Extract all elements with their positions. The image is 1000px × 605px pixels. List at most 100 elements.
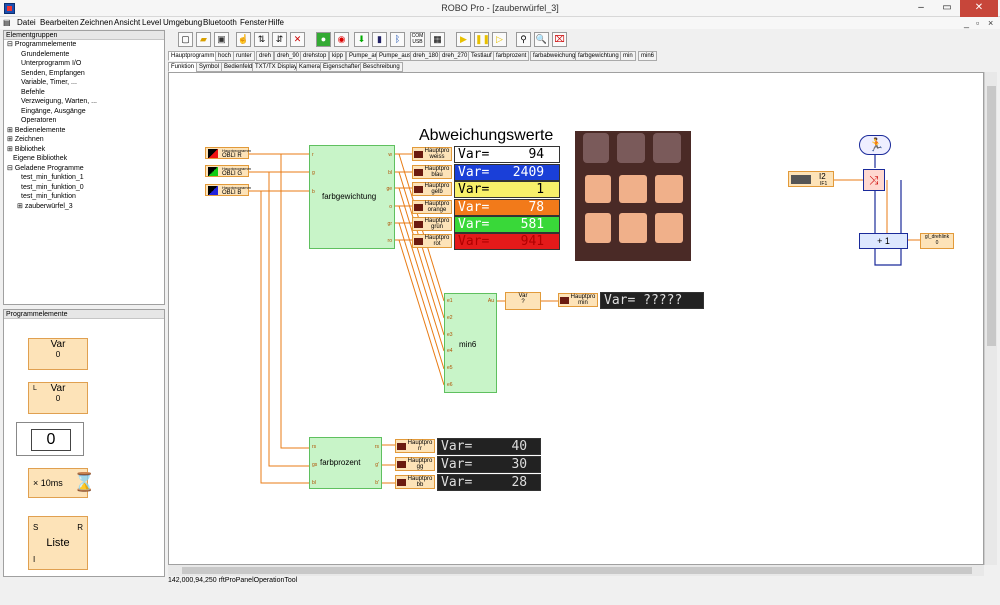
zoom-out-icon[interactable]: 🔍 [534, 32, 549, 47]
branch-block[interactable]: ⤨ [863, 169, 885, 191]
tab-farbgewichtung[interactable]: farbgewichtung [575, 51, 622, 61]
input-i2-block[interactable]: I2 IF1 [788, 171, 834, 187]
gl-drehlink-block[interactable]: gl_drehlink 0 [920, 233, 954, 249]
tab-farbabweichung[interactable]: farbabweichung [530, 51, 579, 61]
tree-item[interactable]: test_min_funktion_1 [7, 173, 164, 183]
tree-item[interactable]: Senden, Empfangen [7, 69, 164, 79]
menu-zeichnen[interactable]: Zeichnen [80, 18, 113, 27]
tree-item[interactable]: Verzweigung, Warten, ... [7, 97, 164, 107]
mdi-restore-button[interactable]: ▫ [976, 18, 979, 28]
program-canvas[interactable]: Abweichungswerte Hauptprogramm OBLI R Ha… [168, 72, 984, 565]
terminal-icon[interactable]: ▮ [372, 32, 387, 47]
stop-icon[interactable]: ◉ [334, 32, 349, 47]
wait-element[interactable]: × 10ms ⌛ [28, 468, 95, 498]
farbgewichtung-block[interactable]: farbgewichtung r g b w bl ge o gr ro [309, 145, 395, 249]
tab-beschreibung[interactable]: Beschreibung [360, 62, 403, 72]
calendar-icon[interactable]: ▦ [430, 32, 445, 47]
menu-ansicht[interactable]: Ansicht [114, 18, 140, 27]
min-display-block[interactable]: Hauptpro min [558, 293, 598, 307]
tab-symbol[interactable]: Symbol [196, 62, 223, 72]
sensor-obli-b[interactable]: Hauptprogramm OBLI B [205, 184, 251, 196]
tree-item[interactable]: test_min_funktion [7, 192, 164, 202]
tree-item-programmelemente[interactable]: ⊟ Programmelemente [7, 40, 164, 50]
list-element[interactable]: S R Liste I [28, 516, 88, 570]
display-block-3[interactable]: Hauptpro orange [412, 200, 452, 214]
var-element[interactable]: Var 0 [28, 338, 88, 370]
min6-block[interactable]: min6 e1 e2 e3 e4 e5 e6 Au [444, 293, 497, 393]
tree-item[interactable]: Unterprogramm I/O [7, 59, 164, 69]
step-icon[interactable]: ▷ [492, 32, 507, 47]
pause-icon[interactable]: ❚❚ [474, 32, 490, 47]
com-usb-icon[interactable]: COM USB [410, 32, 425, 47]
tab-kipp[interactable]: kipp [329, 51, 347, 61]
pct-display-block-2[interactable]: Hauptpro bb [395, 475, 435, 489]
toggle-icon[interactable]: ⇵ [272, 32, 287, 47]
vertical-scrollbar[interactable] [984, 72, 997, 565]
download-icon[interactable]: ⬇ [354, 32, 369, 47]
menu-level[interactable]: Level [142, 18, 161, 27]
mdi-minimize-button[interactable]: _ [964, 18, 969, 28]
split-icon[interactable]: ⇅ [254, 32, 269, 47]
var-question-block[interactable]: Var ? [505, 292, 541, 310]
tab-hauptprogramm[interactable]: Hauptprogramm [168, 51, 218, 61]
pct-display-block-1[interactable]: Hauptpro gg [395, 457, 435, 471]
start-icon[interactable]: ● [316, 32, 331, 47]
tree-item-zeichnen[interactable]: ⊞ Zeichnen [7, 135, 164, 145]
tab-farbprozent[interactable]: farbprozent [493, 51, 530, 61]
menu-datei[interactable]: Datei [17, 18, 36, 27]
tree-item-bibliothek[interactable]: ⊞ Bibliothek [7, 145, 164, 155]
tree-item-eigene-bibliothek[interactable]: Eigene Bibliothek [7, 154, 164, 164]
tab-eigenschaften[interactable]: Eigenschaften [320, 62, 365, 72]
tree-item[interactable]: Befehle [7, 88, 164, 98]
tab-min[interactable]: min [620, 51, 636, 61]
tree-item-geladene-programme[interactable]: ⊟ Geladene Programme [7, 164, 164, 174]
menu-umgebung[interactable]: Umgebung [163, 18, 202, 27]
display-block-2[interactable]: Hauptpro gelb [412, 182, 452, 196]
menu-bluetooth[interactable]: Bluetooth [203, 18, 237, 27]
farbprozent-block[interactable]: farbprozent rs gs bl rs g' b' [309, 437, 382, 489]
doc-icon[interactable]: ▤ [3, 18, 11, 27]
play-icon[interactable]: ▶ [456, 32, 471, 47]
sensor-obli-g[interactable]: Hauptprogramm OBLI G [205, 165, 251, 177]
menu-hilfe[interactable]: Hilfe [268, 18, 284, 27]
tab-dreh-270[interactable]: dreh_270 [439, 51, 471, 61]
display-block-0[interactable]: Hauptpro weiss [412, 147, 452, 161]
vertical-scroll-thumb[interactable] [987, 86, 996, 346]
display-element[interactable]: 0 [16, 422, 84, 456]
tree-item[interactable]: Operatoren [7, 116, 164, 126]
hand-icon[interactable]: ☝ [236, 32, 251, 47]
tree-item[interactable]: Eingänge, Ausgänge [7, 107, 164, 117]
tree-item-bedienelemente[interactable]: ⊞ Bedienelemente [7, 126, 164, 136]
save-icon[interactable]: ▣ [214, 32, 229, 47]
menu-fenster[interactable]: Fenster [240, 18, 267, 27]
close-button[interactable]: ✕ [960, 0, 998, 17]
bluetooth-icon[interactable]: ᛒ [390, 32, 405, 47]
tab-funktion[interactable]: Funktion [168, 62, 198, 72]
increment-block[interactable]: + 1 [859, 233, 908, 249]
tab-kamera[interactable]: Kamera [296, 62, 324, 72]
tree-item[interactable]: Grundelemente [7, 50, 164, 60]
tab-txt-tx-display[interactable]: TXT/TX Display [252, 62, 301, 72]
maximize-button[interactable]: ▭ [934, 0, 960, 17]
tab-drehstop[interactable]: drehstop [300, 51, 330, 61]
menu-bearbeiten[interactable]: Bearbeiten [40, 18, 79, 27]
tab-min6[interactable]: min6 [638, 51, 658, 61]
tab-runter[interactable]: runter [233, 51, 255, 61]
tree-item[interactable]: test_min_funktion_0 [7, 183, 164, 193]
tab-testlauf[interactable]: Testlauf [468, 51, 495, 61]
horizontal-scrollbar[interactable] [168, 565, 984, 576]
zoom-icon[interactable]: ⚲ [516, 32, 531, 47]
delete-icon[interactable]: ✕ [290, 32, 305, 47]
tree-item[interactable]: ⊞ zauberwürfel_3 [7, 202, 164, 212]
sensor-obli-r[interactable]: Hauptprogramm OBLI R [205, 147, 251, 159]
tree-item[interactable]: Variable, Timer, ... [7, 78, 164, 88]
display-block-5[interactable]: Hauptpro rot [412, 234, 452, 248]
cleanup-icon[interactable]: ⌧ [552, 32, 567, 47]
pct-display-block-0[interactable]: Hauptpro rr [395, 439, 435, 453]
display-block-1[interactable]: Hauptpro blau [412, 165, 452, 179]
tab-dreh-180[interactable]: dreh_180 [410, 51, 442, 61]
open-icon[interactable]: ▰ [196, 32, 211, 47]
new-icon[interactable]: ▢ [178, 32, 193, 47]
horizontal-scroll-thumb[interactable] [182, 567, 972, 574]
list-var-element[interactable]: L Var 0 [28, 382, 88, 414]
